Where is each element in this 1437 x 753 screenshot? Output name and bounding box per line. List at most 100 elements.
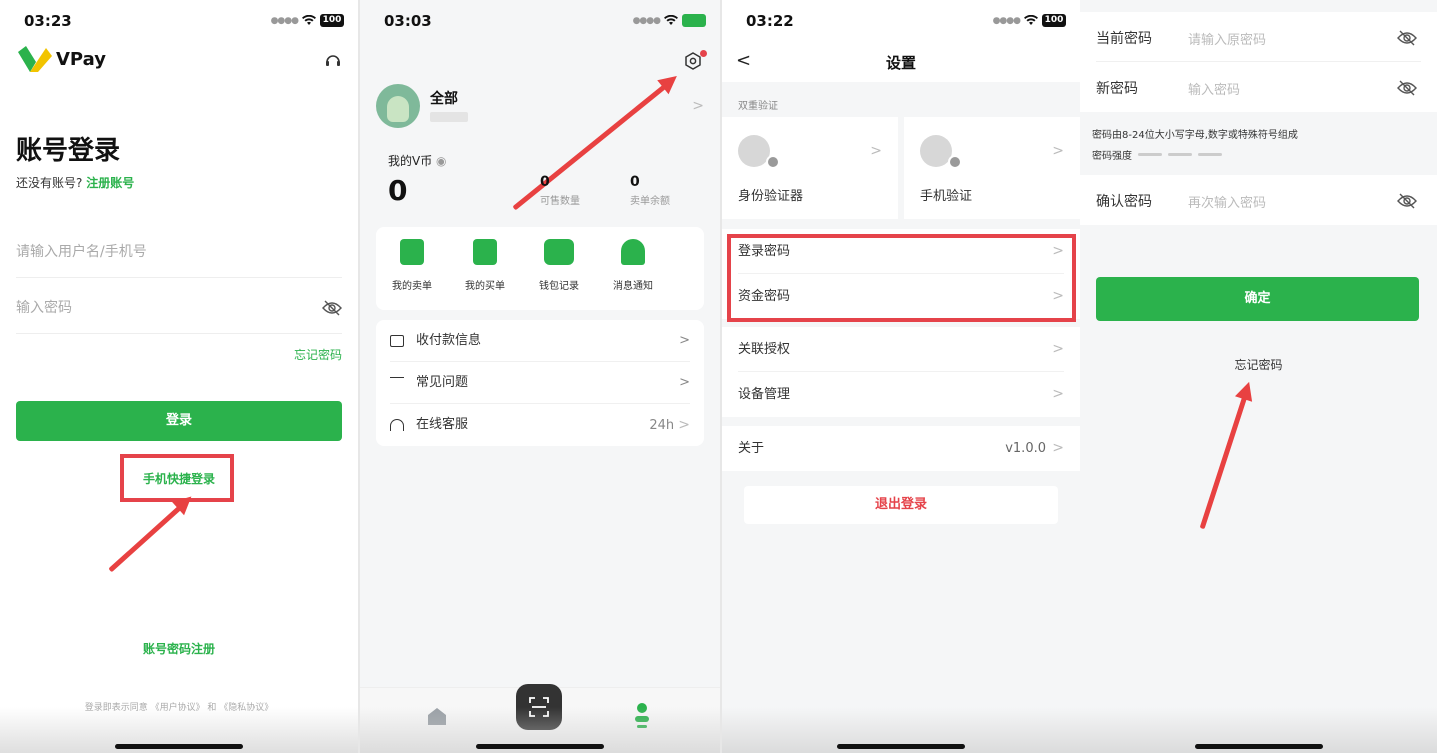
status-bar: 03:22 ●●●● 100 [722, 10, 1080, 32]
card-icon [390, 334, 404, 347]
question-icon [390, 376, 404, 389]
section-label: 双重验证 [738, 101, 778, 112]
new-password-field[interactable]: 新密码 输入密码 [1096, 62, 1421, 112]
coin-value: 0 [388, 174, 408, 207]
row-label: 设备管理 [738, 387, 791, 402]
strength-bar [1138, 153, 1162, 156]
chevron-right-icon: > [1052, 143, 1064, 159]
eye-off-icon[interactable] [1397, 80, 1417, 96]
confirm-password-field[interactable]: 确认密码 再次输入密码 [1096, 175, 1421, 225]
vpay-logo: VPay [16, 46, 106, 72]
linked-auth-row[interactable]: 关联授权 > [738, 327, 1064, 372]
sell-qty-label: 可售数量 [540, 196, 580, 207]
chevron-right-icon: > [870, 143, 882, 159]
status-bar: 03:23 ●●●● 100 [0, 10, 358, 32]
confirm-group: 确认密码 再次输入密码 [1080, 175, 1437, 225]
chevron-right-icon: > [1052, 386, 1064, 402]
avatar[interactable] [376, 84, 420, 128]
home-indicator [115, 744, 243, 749]
home-indicator [476, 744, 604, 749]
password-hint: 密码由8-24位大小写字母,数字或特殊符号组成 [1092, 130, 1298, 141]
menu-item-label: 在线客服 [416, 417, 469, 432]
page-title: 账号登录 [16, 136, 121, 166]
authenticator-card[interactable]: 身份验证器 > [722, 117, 898, 219]
field-placeholder: 输入密码 [1188, 83, 1241, 98]
bell-icon [621, 239, 645, 265]
menu-item-support[interactable]: 在线客服 24h > [390, 404, 690, 446]
battery-icon: 97 [682, 14, 706, 27]
password-input[interactable]: 输入密码 [16, 282, 342, 334]
eye-off-icon[interactable] [1397, 30, 1417, 46]
quick-action-label: 钱包记录 [539, 281, 579, 292]
eye-off-icon[interactable] [322, 300, 342, 316]
buy-order-icon [473, 239, 497, 265]
user-id-blurred [430, 112, 468, 122]
quick-action-label: 我的买单 [465, 281, 505, 292]
current-password-field[interactable]: 当前密码 请输入原密码 [1096, 12, 1421, 62]
quick-action-sell-orders[interactable]: 我的卖单 [377, 239, 447, 292]
sell-balance-stat: 0 卖单余额 [630, 174, 670, 207]
chevron-right-icon: > [679, 375, 690, 390]
login-button[interactable]: 登录 [16, 401, 342, 441]
status-time: 03:23 [24, 12, 72, 30]
quick-actions-card: 我的卖单 我的买单 钱包记录 消息通知 [376, 227, 704, 310]
eye-off-icon[interactable] [1397, 193, 1417, 209]
row-label: 关于 [738, 441, 765, 456]
signal-icon: ●●●● [992, 15, 1021, 26]
menu-item-payment-info[interactable]: 收付款信息 > [390, 320, 690, 362]
signal-icon: ●●●● [270, 15, 299, 26]
coin-label: 我的V币 ◉ [388, 152, 447, 169]
menu-item-label: 常见问题 [416, 375, 469, 390]
coin-label-text: 我的V币 [388, 154, 433, 168]
confirm-button[interactable]: 确定 [1096, 277, 1419, 321]
wallet-icon [544, 239, 574, 265]
row-label: 关联授权 [738, 342, 791, 357]
forgot-password-link[interactable]: 忘记密码 [1080, 356, 1437, 373]
sell-balance-value: 0 [630, 174, 640, 190]
battery-icon: 100 [1042, 14, 1066, 27]
sell-qty-value: 0 [540, 174, 550, 190]
quick-action-label: 消息通知 [613, 281, 653, 292]
no-account-text: 还没有账号? [16, 176, 83, 190]
about-row[interactable]: 关于 v1.0.0 > [738, 426, 1064, 471]
logout-button[interactable]: 退出登录 [744, 486, 1058, 524]
menu-item-faq[interactable]: 常见问题 > [390, 362, 690, 404]
headset-icon [390, 418, 404, 431]
sell-balance-label: 卖单余额 [630, 196, 670, 207]
password-fields-group: 当前密码 请输入原密码 新密码 输入密码 [1080, 12, 1437, 112]
other-settings-group: 关联授权 > 设备管理 > [722, 327, 1080, 417]
register-link[interactable]: 注册账号 [86, 176, 134, 190]
highlight-box [727, 234, 1076, 322]
strength-bar [1168, 153, 1192, 156]
headset-icon[interactable] [324, 52, 342, 70]
eye-icon[interactable]: ◉ [436, 154, 446, 168]
vpay-logo-mark [18, 46, 52, 72]
page-title: 设置 [885, 54, 916, 72]
profile-screen: 03:03 ●●●● 97 全部 > 我的V币 ◉ 0 0 可售数量 0 卖单余… [360, 0, 720, 753]
status-time: 03:22 [746, 12, 794, 30]
username-placeholder: 请输入用户名/手机号 [16, 244, 147, 260]
quick-action-wallet[interactable]: 钱包记录 [524, 239, 594, 292]
field-label: 确认密码 [1096, 194, 1152, 210]
chevron-right-icon: > [679, 333, 690, 348]
username-input[interactable]: 请输入用户名/手机号 [16, 226, 342, 278]
account-register-link[interactable]: 账号密码注册 [0, 640, 358, 657]
status-time: 03:03 [384, 12, 432, 30]
auth-label: 手机验证 [920, 189, 973, 204]
quick-action-buy-orders[interactable]: 我的买单 [450, 239, 520, 292]
password-placeholder: 输入密码 [16, 300, 72, 316]
quick-action-notifications[interactable]: 消息通知 [598, 239, 668, 292]
notification-dot [700, 50, 707, 57]
strength-label: 密码强度 [1092, 151, 1132, 162]
chevron-right-icon: > [678, 417, 690, 433]
field-placeholder: 请输入原密码 [1188, 33, 1267, 48]
forgot-password-link[interactable]: 忘记密码 [294, 346, 342, 363]
settings-screen: 03:22 ●●●● 100 < 设置 双重验证 身份验证器 > 手机验证 > … [722, 0, 1080, 753]
chevron-right-icon[interactable]: > [692, 98, 704, 114]
device-management-row[interactable]: 设备管理 > [738, 372, 1064, 417]
menu-item-label: 收付款信息 [416, 333, 482, 348]
phone-verify-card[interactable]: 手机验证 > [904, 117, 1080, 219]
home-indicator [837, 744, 965, 749]
change-password-screen: 当前密码 请输入原密码 新密码 输入密码 密码由8-24位大小写字母,数字或特殊… [1080, 0, 1437, 753]
brand-name: VPay [56, 48, 106, 70]
